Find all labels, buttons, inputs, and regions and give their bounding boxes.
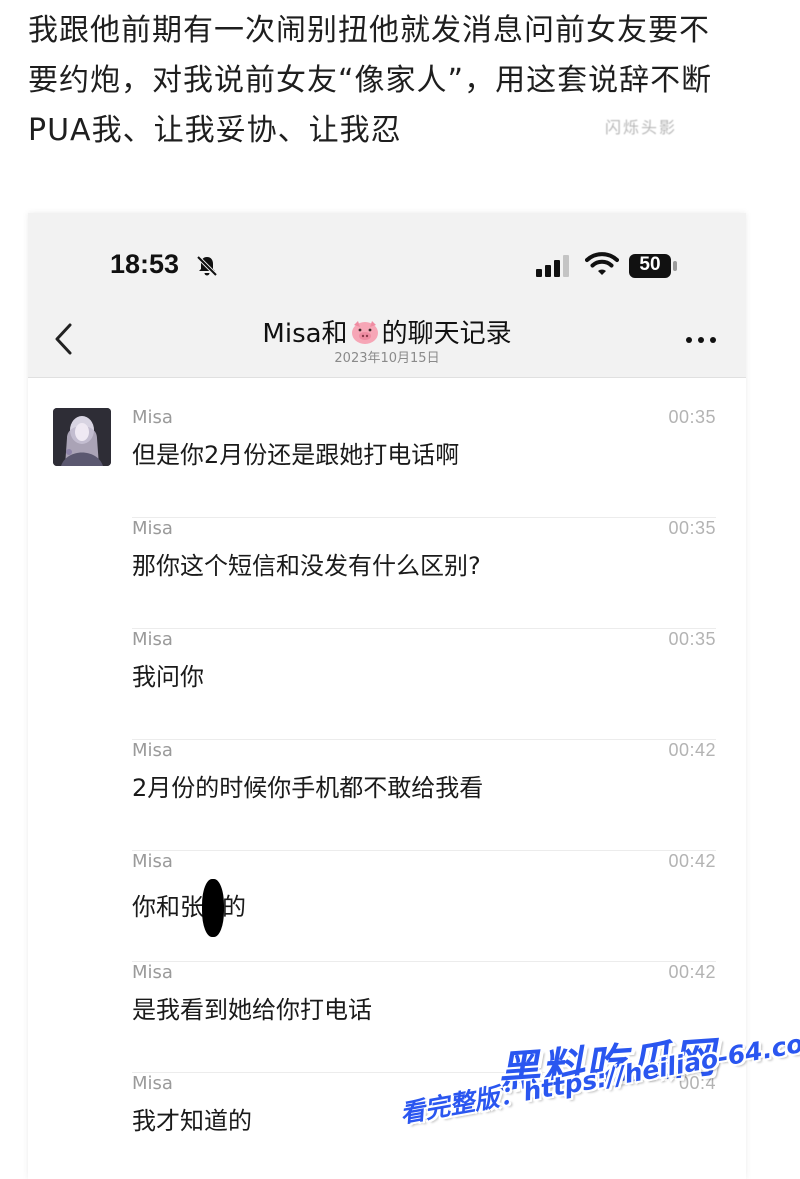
more-dots-icon[interactable] [684, 335, 718, 345]
pig-emoji-icon [351, 321, 378, 344]
redaction-mark [202, 879, 224, 937]
message-sender: Misa [132, 518, 173, 539]
message-time: 00:42 [668, 740, 716, 760]
message-time: 00:35 [668, 629, 716, 649]
message-text: 但是你2月份还是跟她打电话啊 [132, 441, 460, 469]
message-sender: Misa [132, 407, 173, 428]
message-text: 我才知道的 [132, 1107, 252, 1135]
status-time: 18:53 [110, 249, 180, 279]
wifi-icon [585, 252, 619, 275]
caption-line-1: 我跟他前期有一次闹别扭他就发消息问前女友要不 [28, 13, 710, 48]
message-text-after-redaction: 的 [222, 893, 246, 921]
message-time: 00:42 [668, 851, 716, 871]
message-text: 你和张的 [132, 879, 246, 937]
avatar-image [53, 408, 111, 466]
signal-icon [536, 255, 569, 277]
message-text-before-redaction: 你和张 [132, 893, 204, 921]
chat-date: 2023年10月15日 [334, 351, 440, 366]
message-text: 是我看到她给你打电话 [132, 996, 372, 1024]
message-time: 00:35 [668, 407, 716, 427]
message-sender: Misa [132, 1073, 173, 1094]
message-item: Misa 00:35 我问你 [132, 629, 716, 740]
message-item: Misa 00:35 那你这个短信和没发有什么区别? [132, 518, 716, 629]
message-text: 2月份的时候你手机都不敢给我看 [132, 774, 484, 802]
message-item: Misa 00:42 2月份的时候你手机都不敢给我看 [132, 740, 716, 851]
page: 我跟他前期有一次闹别扭他就发消息问前女友要不 要约炮，对我说前女友“像家人”，用… [0, 0, 800, 1179]
message-text: 我问你 [132, 663, 204, 691]
message-item: Misa 00:42 你和张的 [132, 851, 716, 962]
chevron-left-icon[interactable] [52, 321, 76, 357]
chat-title: Misa和 的聊天记录 [178, 313, 596, 350]
message-item: Misa 00:35 但是你2月份还是跟她打电话啊 [132, 407, 716, 518]
message-sender: Misa [132, 851, 173, 872]
chat-header: 18:53 50 Misa和 的聊天记录 2023年10月15日 [28, 213, 746, 378]
battery-level: 50 [639, 254, 661, 275]
message-sender: Misa [132, 740, 173, 761]
chat-title-prefix: Misa和 [262, 319, 348, 349]
caption-line-2: 要约炮，对我说前女友“像家人”，用这套说辞不断 [28, 63, 713, 98]
avatar[interactable] [53, 408, 111, 466]
message-sender: Misa [132, 962, 173, 983]
chat-title-suffix: 的聊天记录 [381, 319, 512, 349]
message-time: 00:35 [668, 518, 716, 538]
message-time: 00:42 [668, 962, 716, 982]
message-sender: Misa [132, 629, 173, 650]
caption-smudge-watermark: 闪烁头影 [605, 118, 678, 137]
message-text: 那你这个短信和没发有什么区别? [132, 552, 481, 580]
bell-slash-icon [196, 255, 218, 277]
